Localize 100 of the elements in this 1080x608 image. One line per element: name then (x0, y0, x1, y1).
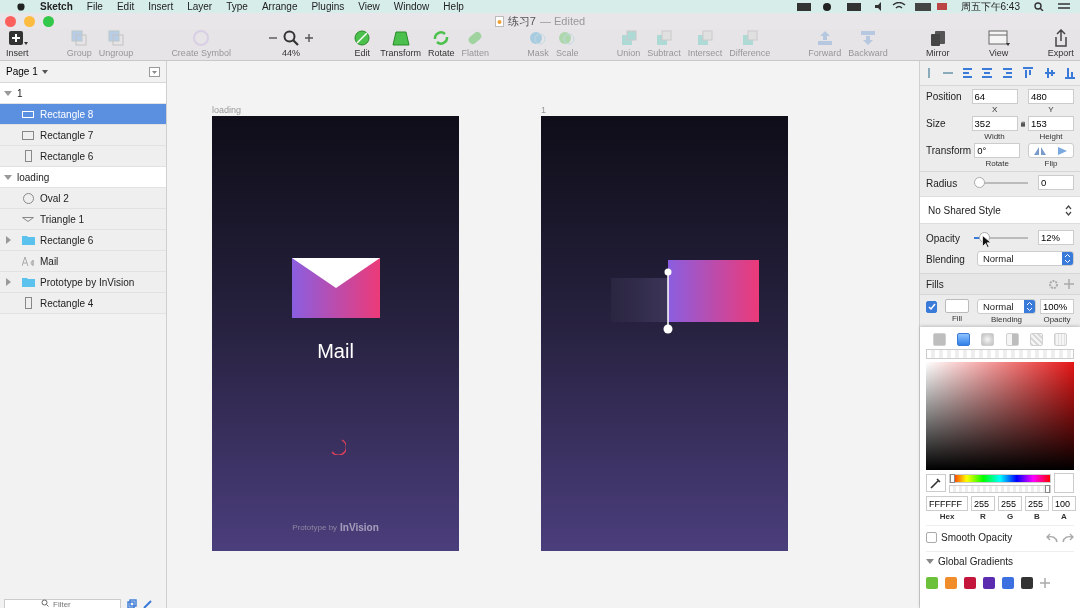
caret-icon[interactable] (41, 69, 48, 74)
apple-icon[interactable] (16, 2, 26, 11)
artboard-layer[interactable]: loading (0, 167, 166, 188)
radius-field[interactable]: 0 (1038, 175, 1074, 190)
blending-dropdown[interactable]: Normal (976, 251, 1074, 266)
page-selector[interactable]: Page 1 (6, 66, 48, 77)
g-value-field[interactable]: 255 (998, 496, 1022, 511)
gradient-swatch[interactable] (1021, 577, 1033, 589)
disclosure-icon[interactable] (4, 278, 13, 286)
alpha-field[interactable]: 100 (1052, 496, 1076, 511)
text-layer-icon (21, 256, 35, 266)
folder-icon (21, 277, 35, 287)
toolbar-button[interactable]: Mirror (924, 29, 952, 60)
menu-item[interactable]: File (86, 0, 103, 13)
lock-icon[interactable] (1020, 121, 1025, 127)
fill-checkbox[interactable] (926, 301, 937, 313)
filter-field[interactable]: Filter (4, 599, 121, 608)
redo-icon[interactable] (1062, 532, 1074, 543)
flip-horizontal-icon (1034, 146, 1046, 155)
menu-item[interactable]: View (358, 0, 380, 13)
copy-icon[interactable] (127, 599, 137, 608)
add-icon[interactable] (1040, 578, 1050, 588)
smooth-opacity-checkbox[interactable] (926, 532, 937, 543)
app-name: Mail (317, 340, 354, 363)
triangle-icon (22, 216, 34, 222)
stepper-icon[interactable] (1062, 252, 1073, 265)
toolbar-button[interactable]: Rotate (425, 29, 457, 60)
field-label: Position (926, 90, 963, 102)
menu-item[interactable]: Arrange (261, 0, 298, 13)
status-icons[interactable] (796, 2, 947, 11)
gradient-swatch[interactable] (983, 577, 995, 589)
zoom-button[interactable] (43, 15, 54, 27)
gradient-swatch[interactable] (945, 577, 957, 589)
hex-field[interactable]: FFFFFF (926, 496, 968, 511)
fill-blending-dropdown[interactable]: Normal (977, 299, 1036, 314)
menubar-clock[interactable]: 周五下午6:43 (960, 0, 1020, 13)
eyedropper-icon[interactable] (926, 474, 946, 492)
checkbox-label: Smooth Opacity (941, 532, 1013, 543)
up-down-arrows-icon[interactable] (1065, 204, 1072, 216)
collapse-icon[interactable] (149, 66, 160, 77)
gradient-swatch[interactable] (926, 577, 938, 589)
flip-vertical-icon (1056, 146, 1068, 155)
artboard[interactable] (541, 116, 788, 551)
menu-item[interactable]: Type (226, 0, 248, 13)
disclosure-icon[interactable] (4, 236, 13, 244)
layer-name: 1 (17, 87, 23, 99)
menu-item[interactable]: Plugins (311, 0, 345, 13)
field-label: Transform (926, 144, 972, 156)
fill-opacity-field[interactable]: 100% (1040, 299, 1074, 314)
color-field[interactable] (926, 362, 1074, 470)
brand-logo: InVision (340, 522, 379, 533)
stepper-icon[interactable] (1024, 300, 1035, 313)
menu-item[interactable]: Edit (116, 0, 135, 13)
field-caption: B (1034, 511, 1040, 522)
gradient-handle[interactable] (662, 268, 673, 334)
footer-text: Prototype by (292, 523, 338, 532)
menu-item[interactable]: Help (443, 0, 464, 13)
x-field[interactable]: 64 (971, 89, 1018, 104)
zoom-out-icon[interactable] (269, 34, 278, 42)
toolbar-button[interactable]: View (985, 29, 1012, 60)
artboard[interactable]: Mail Prototype by InVision (212, 116, 459, 551)
r-value-field[interactable]: 255 (971, 496, 995, 511)
search-icon[interactable] (283, 30, 300, 46)
height-field[interactable]: 153 (1028, 116, 1074, 131)
toolbar-button[interactable]: Insert (4, 29, 31, 60)
pencil-icon[interactable] (143, 599, 155, 608)
close-button[interactable] (5, 15, 16, 27)
section-title: Global Gradients (938, 556, 1014, 567)
opacity-field[interactable]: 12% (1038, 230, 1074, 245)
toolbar-button[interactable]: Transform (378, 29, 423, 60)
gradient-swatch[interactable] (1002, 577, 1014, 589)
zoom-in-icon[interactable] (305, 34, 314, 42)
hue-slider[interactable] (949, 473, 1051, 483)
y-field[interactable]: 480 (1028, 89, 1074, 104)
menu-item[interactable]: Insert (148, 0, 174, 13)
menu-item[interactable]: Window (393, 0, 430, 13)
fill-swatch[interactable] (945, 299, 969, 313)
menu-item[interactable]: Layer (187, 0, 213, 13)
disclosure-icon[interactable] (4, 173, 13, 181)
b-value-field[interactable]: 255 (1025, 496, 1049, 511)
gear-icon[interactable] (1048, 278, 1059, 290)
width-field[interactable]: 352 (971, 116, 1018, 131)
undo-icon[interactable] (1046, 532, 1058, 543)
shared-style-selector[interactable]: No Shared Style (928, 204, 1001, 216)
menu-icon[interactable] (1058, 2, 1070, 11)
rotate-field[interactable]: 0° (974, 143, 1021, 158)
add-icon[interactable] (1064, 279, 1074, 289)
disclosure-icon[interactable] (4, 89, 13, 97)
gradient-swatch[interactable] (964, 577, 976, 589)
search-icon[interactable] (1034, 2, 1044, 11)
toolbar-button[interactable]: Edit (349, 29, 376, 60)
alpha-slider[interactable] (949, 484, 1051, 493)
view-icon (987, 29, 1010, 47)
toolbar-button[interactable]: Export (1045, 29, 1076, 60)
menu-item[interactable]: Sketch (40, 0, 73, 13)
alignment-icons[interactable] (925, 67, 1075, 79)
field-caption: Height (1039, 131, 1063, 142)
fill-type-button[interactable] (957, 333, 971, 346)
mouse-cursor-icon (982, 235, 991, 248)
artboard-layer[interactable]: 1 (0, 83, 166, 104)
